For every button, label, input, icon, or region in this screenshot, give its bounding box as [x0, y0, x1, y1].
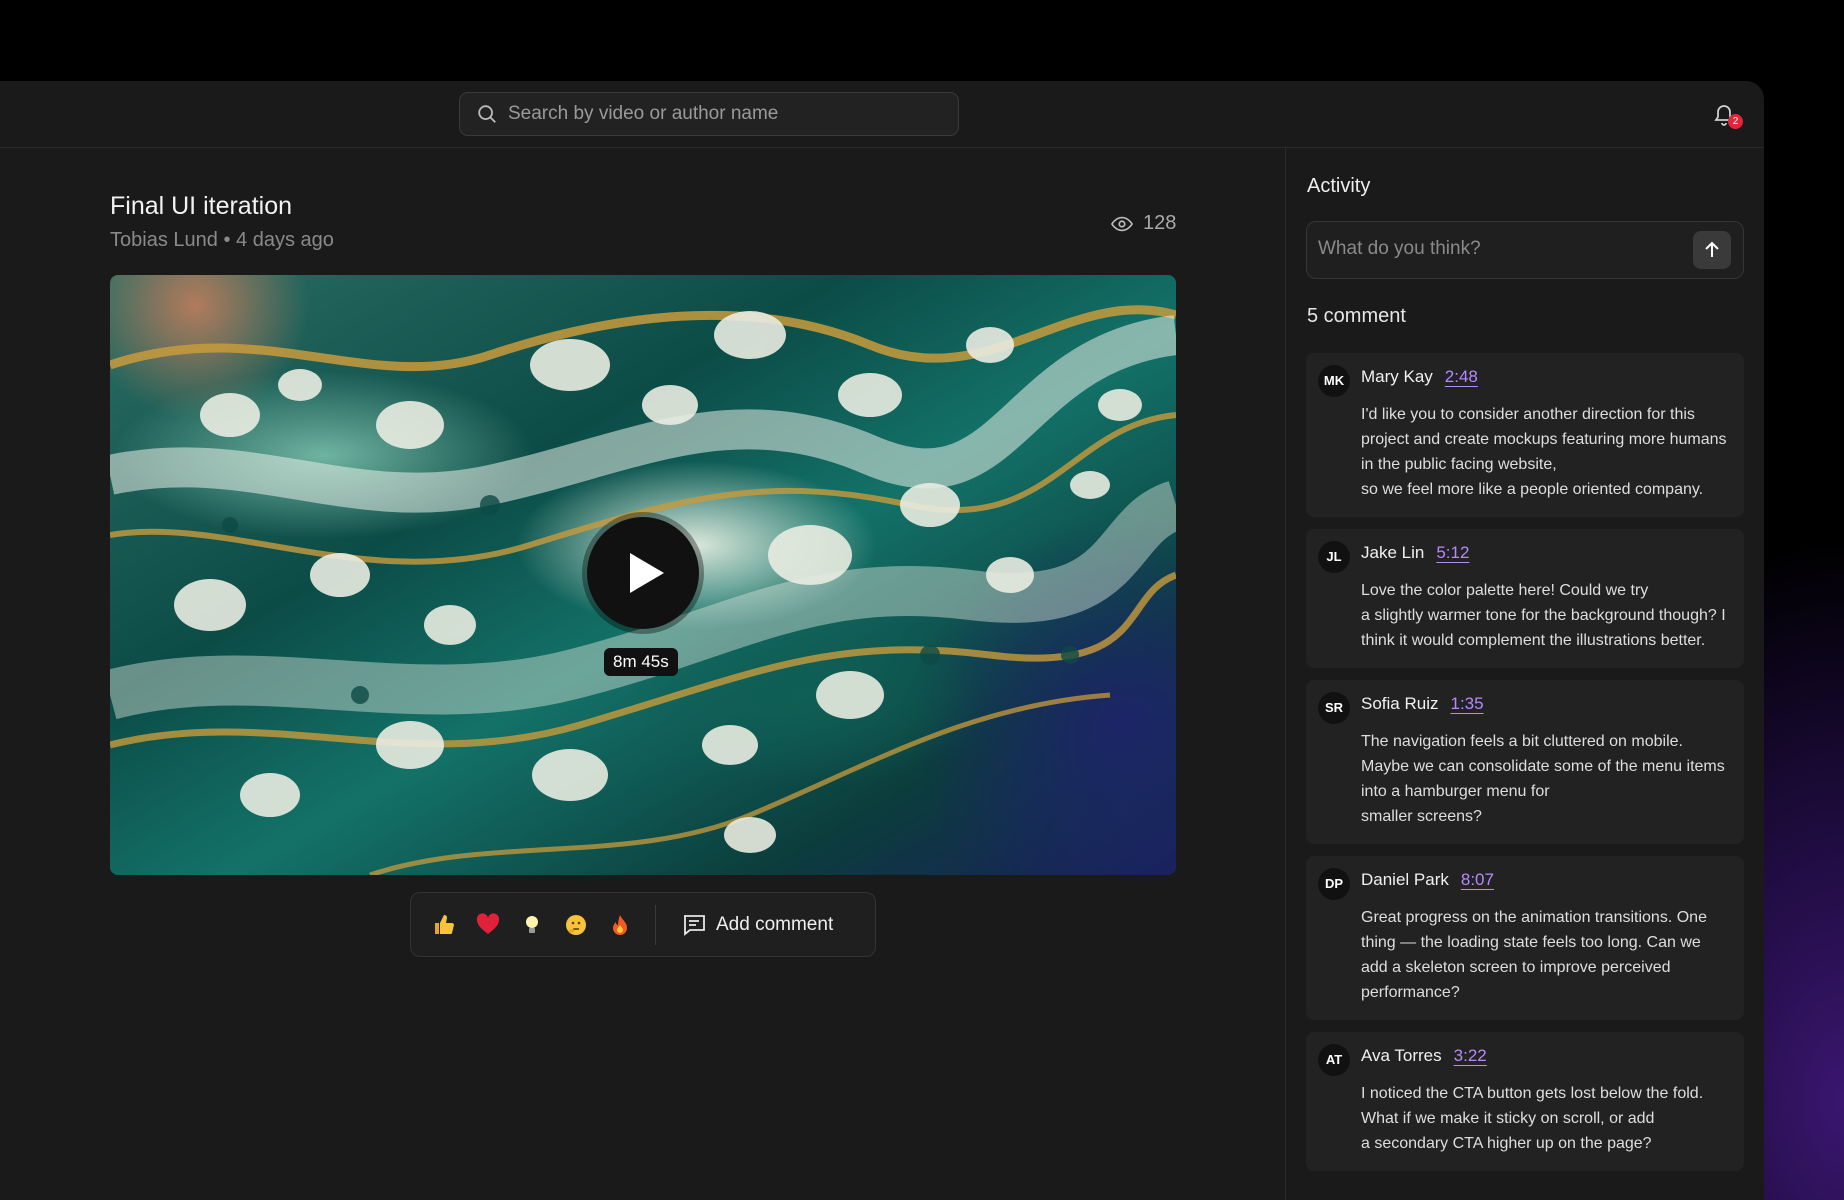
- add-comment-button[interactable]: Add comment: [682, 914, 833, 936]
- play-icon: [630, 553, 664, 593]
- fire-icon[interactable]: [607, 912, 633, 938]
- activity-title: Activity: [1307, 175, 1371, 197]
- view-count: 128: [1111, 212, 1176, 235]
- comment-text: I noticed the CTA button gets lost below…: [1361, 1085, 1704, 1152]
- comment-composer: [1306, 221, 1744, 279]
- comment-input[interactable]: [1318, 238, 1678, 260]
- reaction-divider: [655, 904, 656, 945]
- comment-item: SR Sofia Ruiz 1:35 The navigation feels …: [1306, 680, 1744, 844]
- comment-item: DP Daniel Park 8:07 Great progress on th…: [1306, 856, 1744, 1020]
- thumbs-up-icon[interactable]: [431, 912, 457, 938]
- comment-timestamp-link[interactable]: 5:12: [1436, 543, 1469, 563]
- comment-icon: [684, 914, 705, 936]
- video-player[interactable]: 8m 45s: [110, 275, 1176, 875]
- top-bar: 2: [0, 81, 1764, 148]
- comment-item: JL Jake Lin 5:12 Love the color palette …: [1306, 529, 1744, 668]
- video-meta: Tobias Lund • 4 days ago: [110, 229, 334, 252]
- play-button[interactable]: [587, 517, 699, 629]
- device-frame: 2 Final UI iteration Tobias Lund • 4 day…: [0, 0, 1844, 1200]
- comment-text: Love the color palette here! Could we tr…: [1361, 582, 1726, 649]
- comment-text: I'd like you to consider another directi…: [1361, 406, 1727, 498]
- send-comment-button[interactable]: [1693, 231, 1731, 269]
- search-bar[interactable]: [459, 92, 959, 136]
- main-content: Final UI iteration Tobias Lund • 4 days …: [0, 148, 1285, 1200]
- arrow-up-icon: [1705, 241, 1719, 257]
- comment-count: 5 comment: [1307, 305, 1406, 327]
- thinking-face-icon[interactable]: [563, 912, 589, 938]
- avatar: DP: [1318, 868, 1350, 900]
- comment-author: Daniel Park: [1361, 870, 1449, 889]
- comment-item: AT Ava Torres 3:22 I noticed the CTA but…: [1306, 1032, 1744, 1171]
- comment-list: MK Mary Kay 2:48 I'd like you to conside…: [1306, 353, 1744, 1183]
- notifications-button[interactable]: 2: [1712, 101, 1743, 131]
- notification-badge: 2: [1728, 114, 1743, 129]
- video-duration: 8m 45s: [604, 648, 678, 676]
- video-posted: 4 days ago: [236, 229, 334, 251]
- comment-author: Sofia Ruiz: [1361, 694, 1439, 713]
- search-input[interactable]: [508, 103, 938, 125]
- comment-author: Ava Torres: [1361, 1046, 1442, 1065]
- add-comment-label: Add comment: [716, 913, 834, 935]
- avatar: SR: [1318, 692, 1350, 724]
- comment-text: The navigation feels a bit cluttered on …: [1361, 733, 1725, 825]
- activity-panel: Activity 5 comment MK Mary Kay 2:48: [1285, 148, 1764, 1200]
- comment-author: Mary Kay: [1361, 367, 1433, 386]
- video-title: Final UI iteration: [110, 192, 293, 220]
- comment-timestamp-link[interactable]: 8:07: [1461, 870, 1494, 890]
- app-window: 2 Final UI iteration Tobias Lund • 4 day…: [0, 81, 1764, 1200]
- meta-separator: •: [223, 229, 231, 251]
- comment-text: Great progress on the animation transiti…: [1361, 909, 1707, 1001]
- comment-timestamp-link[interactable]: 3:22: [1454, 1046, 1487, 1066]
- avatar: MK: [1318, 365, 1350, 397]
- avatar: AT: [1318, 1044, 1350, 1076]
- video-author[interactable]: Tobias Lund: [110, 229, 218, 251]
- reaction-bar: Add comment: [410, 892, 876, 957]
- comment-timestamp-link[interactable]: 2:48: [1445, 367, 1478, 387]
- comment-author: Jake Lin: [1361, 543, 1425, 562]
- view-count-value: 128: [1143, 212, 1177, 234]
- search-icon: [478, 105, 496, 123]
- comment-timestamp-link[interactable]: 1:35: [1450, 694, 1483, 714]
- comment-item: MK Mary Kay 2:48 I'd like you to conside…: [1306, 353, 1744, 517]
- heart-icon[interactable]: [475, 912, 501, 938]
- avatar: JL: [1318, 541, 1350, 573]
- eye-icon: [1111, 216, 1133, 231]
- lightbulb-icon[interactable]: [519, 912, 545, 938]
